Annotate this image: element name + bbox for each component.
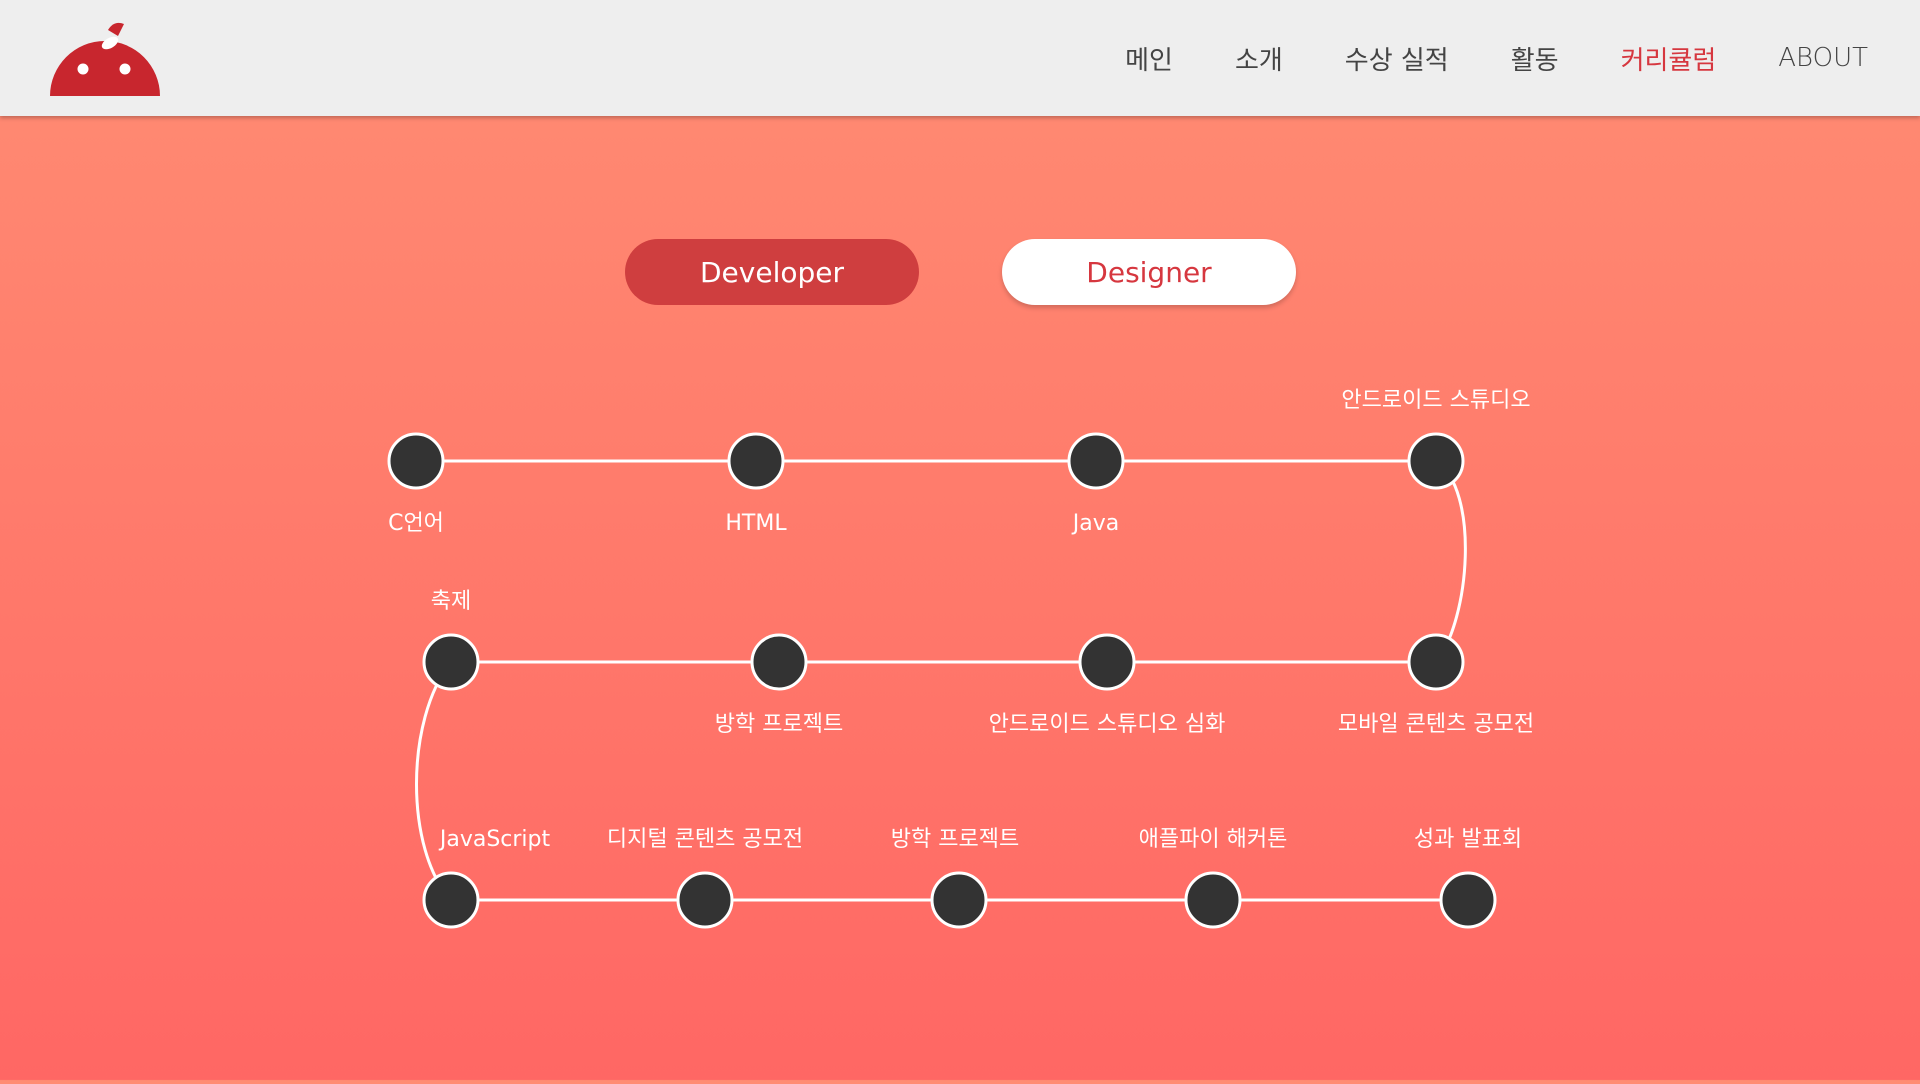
timeline-connector-left [415, 661, 453, 902]
timeline-label: 축제 [430, 589, 472, 614]
timeline-label: 성과 발표회 [1413, 827, 1523, 852]
curriculum-timeline: C언어 HTML Java 안드로이드 스튜디오축제방학 프로젝트 안드로이드 스튜디오… [0, 0, 1920, 1080]
timeline-label: 애플파이 해커톤 [1138, 827, 1288, 852]
timeline-node[interactable] [422, 633, 480, 691]
timeline-node[interactable] [1078, 633, 1136, 691]
timeline-graphic [387, 432, 1497, 929]
timeline-label: 방학 프로젝트 [714, 712, 844, 737]
timeline-label: HTML [725, 511, 787, 536]
timeline-label: Java [1072, 511, 1120, 536]
timeline-node[interactable] [387, 432, 445, 490]
timeline-node[interactable] [1439, 871, 1497, 929]
timeline-label: 안드로이드 스튜디오 심화 [988, 712, 1226, 737]
timeline-label: 안드로이드 스튜디오 [1341, 388, 1531, 413]
timeline-node[interactable] [1184, 871, 1242, 929]
timeline-label: 디지털 콘텐츠 공모전 [606, 827, 804, 852]
timeline-node[interactable] [1407, 633, 1465, 691]
timeline-label: C언어 [388, 511, 444, 536]
timeline-node[interactable] [422, 871, 480, 929]
timeline-label: JavaScript [439, 827, 551, 852]
timeline-label: 모바일 콘텐츠 공모전 [1337, 712, 1535, 737]
timeline-node[interactable] [930, 871, 988, 929]
timeline-node[interactable] [727, 432, 785, 490]
timeline-connector-right [1434, 459, 1467, 663]
timeline-node[interactable] [676, 871, 734, 929]
timeline-node[interactable] [1067, 432, 1125, 490]
timeline-node[interactable] [1407, 432, 1465, 490]
timeline-node[interactable] [750, 633, 808, 691]
timeline-label: 방학 프로젝트 [890, 827, 1020, 852]
